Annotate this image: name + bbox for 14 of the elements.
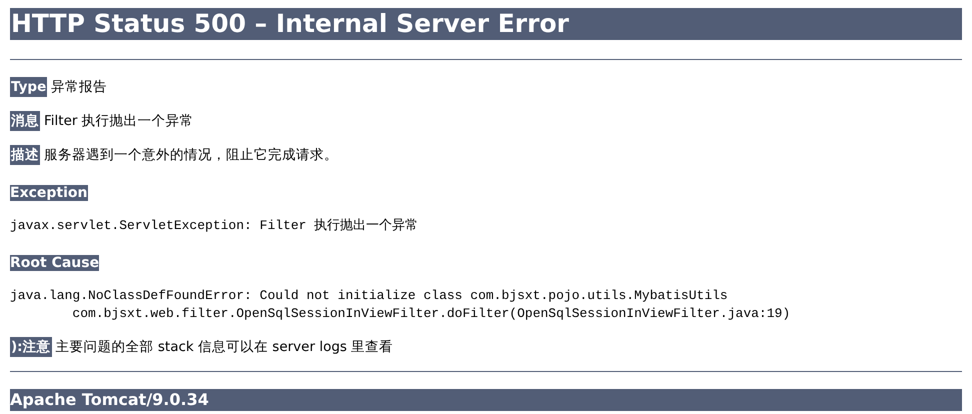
field-label: 描述 xyxy=(10,145,40,165)
section-heading: Root Cause xyxy=(10,255,100,271)
field-label: Type xyxy=(10,77,48,97)
stack-trace: javax.servlet.ServletException: Filter 执行抛出一个异常 xyxy=(10,217,420,235)
field-value: 服务器遇到一个意外的情况，阻止它完成请求。 xyxy=(44,146,338,165)
field-value: 主要问题的全部 stack 信息可以在 server logs 里查看 xyxy=(56,338,394,357)
field-label: 消息 xyxy=(10,111,40,131)
field-value: Filter 执行抛出一个异常 xyxy=(44,112,194,131)
server-version: Apache Tomcat/9.0.34 xyxy=(10,389,962,411)
stack-trace: java.lang.NoClassDefFoundError: Could not initialize class com.bjsxt.pojo.utils.MybatisUtils com.bjsxt.web.filter.OpenSqlSessionInViewFilter.doFilter(OpenSqlSessionInViewFilter.java:19) xyxy=(10,287,792,323)
field-label: ):注意 xyxy=(10,337,52,357)
section-heading: Exception xyxy=(10,185,88,201)
page-title: HTTP Status 500 – Internal Server Error xyxy=(10,8,962,40)
field-value: 异常报告 xyxy=(51,78,108,97)
